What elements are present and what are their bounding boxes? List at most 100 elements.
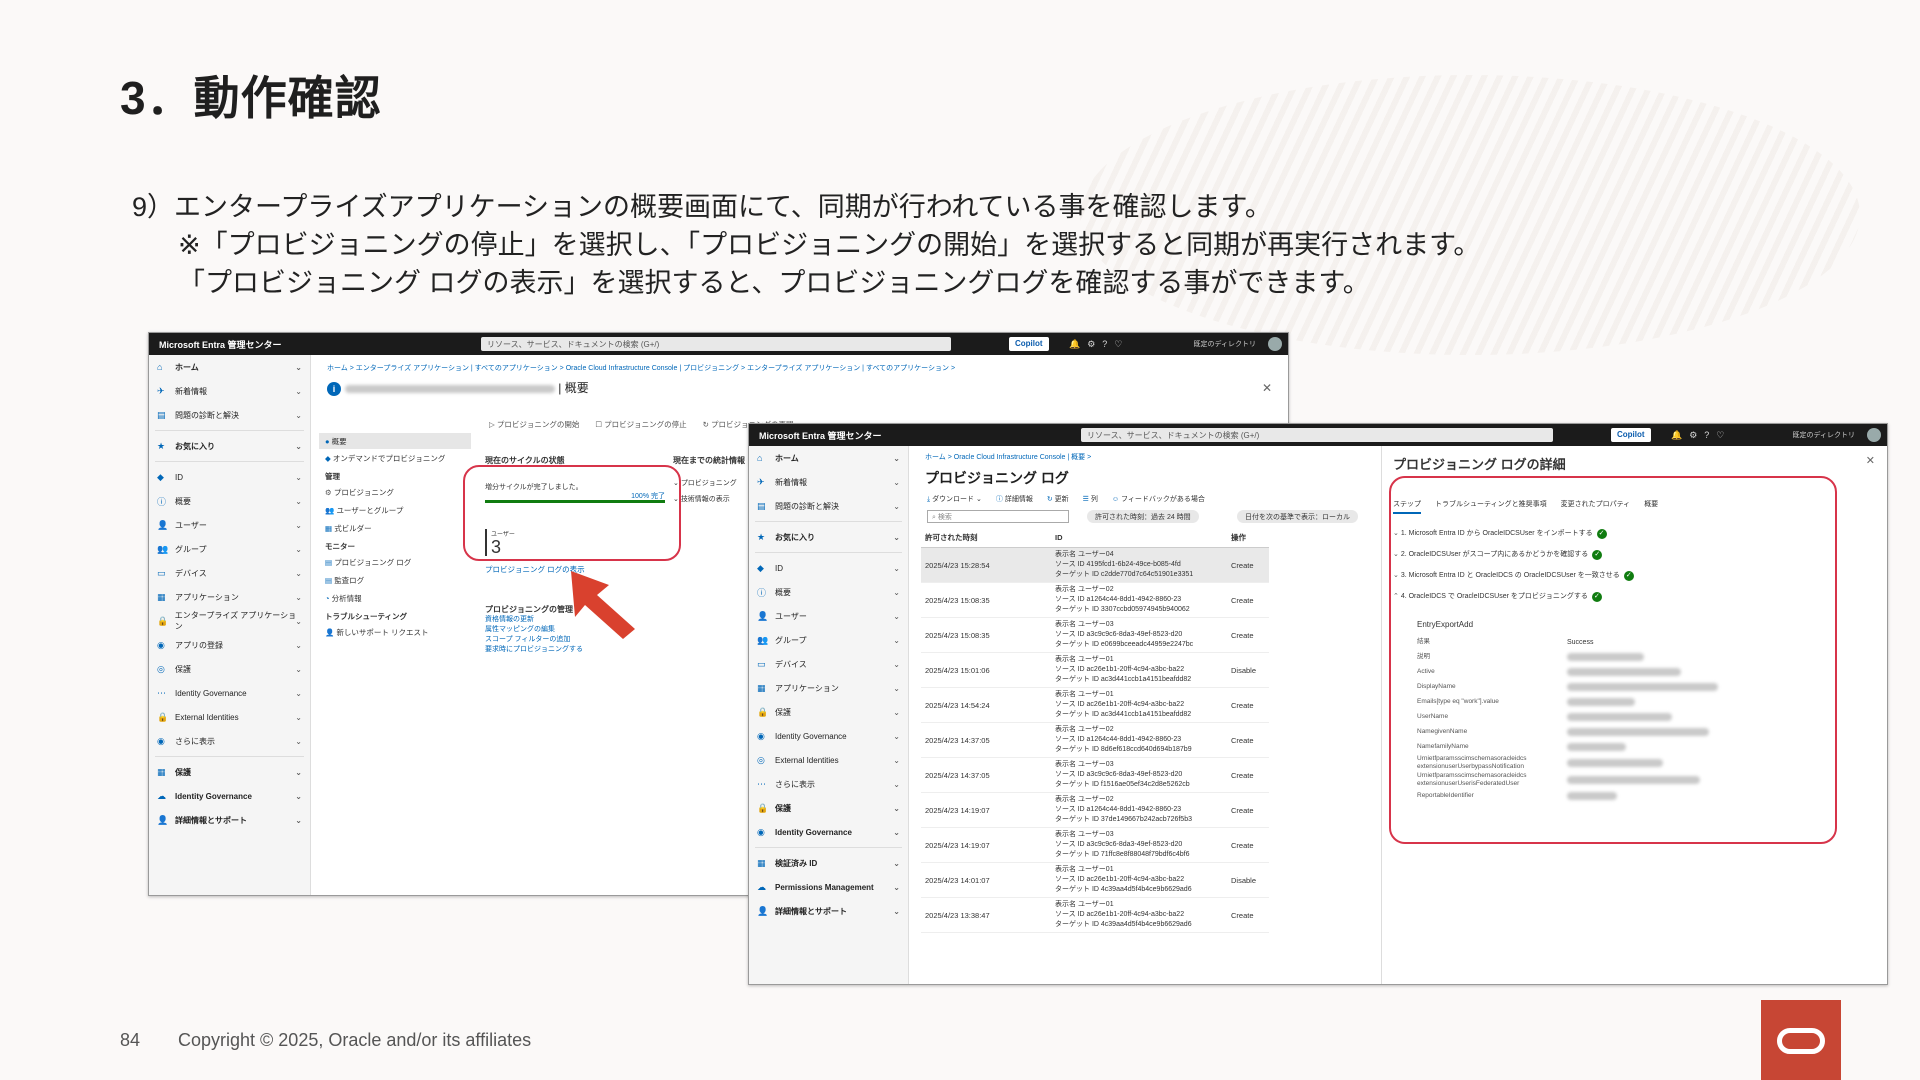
- cell-id: 表示名 ユーザー02 ソース ID a1264c44-8dd1-4942-8860…: [1051, 792, 1227, 828]
- breadcrumb[interactable]: ホーム > Oracle Cloud Infrastructure Consol…: [925, 452, 1091, 462]
- refresh-button[interactable]: ↻ 更新: [1047, 494, 1069, 504]
- nav-item[interactable]: ◉ さらに表示 ⌄: [149, 729, 310, 753]
- cell-id-src: ソース ID a3c9c9c6-8da3-49ef-8523-d20: [1055, 631, 1183, 638]
- table-row[interactable]: 2025/4/23 14:37:05 表示名 ユーザー03 ソース ID a3c9c…: [921, 757, 1269, 793]
- table-row[interactable]: 2025/4/23 15:28:54 表示名 ユーザー04 ソース ID 4195f…: [921, 547, 1269, 583]
- provision-on-demand-link[interactable]: 要求時にプロビジョニングする: [485, 645, 583, 655]
- nav-item[interactable]: 🔒 External Identities ⌄: [149, 705, 310, 729]
- nav-item[interactable]: ▦ 保護 ⌄: [149, 760, 310, 784]
- cell-id-name: 表示名 ユーザー01: [1055, 901, 1114, 908]
- submenu-users-groups[interactable]: 👥 ユーザーとグループ: [319, 501, 471, 519]
- search-input[interactable]: リソース、サービス、ドキュメントの検索 (G+/): [481, 337, 951, 351]
- nav-item[interactable]: ◉ アプリの登録 ⌄: [149, 633, 310, 657]
- chevron-down-icon: ⌄: [295, 568, 302, 578]
- nav-item[interactable]: 👤 ユーザー ⌄: [149, 513, 310, 537]
- nav-item[interactable]: ◎ 保護 ⌄: [149, 657, 310, 681]
- details-button[interactable]: ⓘ 詳細情報: [996, 494, 1033, 504]
- avatar[interactable]: [1268, 337, 1282, 351]
- cell-id-src: ソース ID a3c9c9c6-8da3-49ef-8523-d20: [1055, 771, 1183, 778]
- table-row[interactable]: 2025/4/23 13:38:47 表示名 ユーザー01 ソース ID ac26e…: [921, 897, 1269, 933]
- nav-item[interactable]: ▦ 検証済み ID ⌄: [749, 851, 908, 875]
- nav-item[interactable]: 🔒 保護 ⌄: [749, 796, 908, 820]
- col-time[interactable]: 許可された時刻: [921, 528, 1051, 548]
- nav-item[interactable]: ★ お気に入り ⌄: [749, 525, 908, 549]
- close-icon[interactable]: ✕: [1866, 454, 1875, 467]
- col-id[interactable]: ID: [1051, 528, 1227, 548]
- table-row[interactable]: 2025/4/23 15:08:35 表示名 ユーザー03 ソース ID a3c9c…: [921, 617, 1269, 653]
- chevron-down-icon: ⌄: [893, 827, 900, 837]
- nav-item[interactable]: ◉ Identity Governance ⌄: [749, 724, 908, 748]
- nav-label: External Identities: [775, 755, 839, 765]
- nav-item[interactable]: 👤 ユーザー ⌄: [749, 604, 908, 628]
- submenu-overview[interactable]: ● 概要: [319, 433, 471, 449]
- stop-provisioning-button[interactable]: ☐ プロビジョニングの停止: [595, 419, 686, 430]
- nav-label: Identity Governance: [175, 791, 252, 801]
- nav-item[interactable]: ▦ アプリケーション ⌄: [749, 676, 908, 700]
- cell-time: 2025/4/23 14:37:05: [921, 757, 1051, 793]
- nav-label: アプリケーション: [175, 592, 239, 602]
- nav-item[interactable]: ☁ Identity Governance ⌄: [149, 784, 310, 808]
- nav-item[interactable]: ✈ 新着情報 ⌄: [749, 470, 908, 494]
- col-op[interactable]: 操作: [1227, 528, 1269, 548]
- nav-item[interactable]: ⓘ 概要 ⌄: [749, 580, 908, 604]
- nav-item[interactable]: ⋯ さらに表示 ⌄: [749, 772, 908, 796]
- nav-item[interactable]: ⓘ 概要 ⌄: [149, 489, 310, 513]
- submenu-provisioning[interactable]: ⚙ プロビジョニング: [319, 483, 471, 501]
- submenu-provisioning-logs[interactable]: ▤ プロビジョニング ログ: [319, 553, 471, 571]
- table-row[interactable]: 2025/4/23 14:54:24 表示名 ユーザー01 ソース ID ac26e…: [921, 687, 1269, 723]
- filter-date-pill[interactable]: 日付を次の基準で表示：ローカル: [1237, 510, 1358, 523]
- nav-item[interactable]: 🔒 保護 ⌄: [749, 700, 908, 724]
- nav-item[interactable]: ▦ アプリケーション ⌄: [149, 585, 310, 609]
- submenu-ondemand[interactable]: ◆ オンデマンドでプロビジョニング: [319, 449, 471, 467]
- table-row[interactable]: 2025/4/23 14:19:07 表示名 ユーザー03 ソース ID a3c9c…: [921, 827, 1269, 863]
- submenu-support-request[interactable]: 👤 新しいサポート リクエスト: [319, 623, 471, 641]
- nav-item[interactable]: ◎ External Identities ⌄: [749, 748, 908, 772]
- submenu-expression-builder[interactable]: ▦ 式ビルダー: [319, 519, 471, 537]
- nav-item[interactable]: 👤 詳細情報とサポート ⌄: [149, 808, 310, 832]
- nav-item[interactable]: ★ お気に入り ⌄: [149, 434, 310, 458]
- nav-item[interactable]: ◆ ID ⌄: [149, 465, 310, 489]
- nav-item[interactable]: ▤ 問題の診断と解決 ⌄: [749, 494, 908, 518]
- table-row[interactable]: 2025/4/23 14:01:07 表示名 ユーザー01 ソース ID ac26e…: [921, 862, 1269, 898]
- nav-item[interactable]: ⌂ ホーム ⌄: [749, 446, 908, 470]
- submenu-audit-logs[interactable]: ▤ 監査ログ: [319, 571, 471, 589]
- nav-item[interactable]: ✈ 新着情報 ⌄: [149, 379, 310, 403]
- download-button[interactable]: ⤓ ダウンロード ⌄: [927, 494, 982, 504]
- nav-item[interactable]: ▭ デバイス ⌄: [749, 652, 908, 676]
- copilot-button[interactable]: Copilot: [1611, 428, 1651, 442]
- nav-icon: ☁: [757, 881, 766, 892]
- filter-time-pill[interactable]: 許可された時刻：過去 24 時間: [1087, 510, 1199, 523]
- table-row[interactable]: 2025/4/23 15:01:06 表示名 ユーザー01 ソース ID ac26e…: [921, 652, 1269, 688]
- nav-item[interactable]: 👥 グループ ⌄: [749, 628, 908, 652]
- nav-item[interactable]: ◆ ID ⌄: [749, 556, 908, 580]
- nav-item[interactable]: ☁ Permissions Management ⌄: [749, 875, 908, 899]
- stats-item-technical[interactable]: ⌄ 技術情報の表示: [673, 494, 745, 504]
- close-icon[interactable]: ✕: [1262, 381, 1272, 395]
- stats-item-provisioning[interactable]: ⌄ プロビジョニング: [673, 478, 745, 488]
- nav-item[interactable]: 👥 グループ ⌄: [149, 537, 310, 561]
- avatar[interactable]: [1867, 428, 1881, 442]
- toolbar-icons[interactable]: 🔔⚙?♡: [1671, 430, 1731, 441]
- table-row[interactable]: 2025/4/23 14:37:05 表示名 ユーザー02 ソース ID a1264…: [921, 722, 1269, 758]
- logs-search-input[interactable]: ⌕ 検索: [927, 510, 1069, 523]
- chevron-down-icon: ⌄: [893, 755, 900, 765]
- nav-item[interactable]: 👤 詳細情報とサポート ⌄: [749, 899, 908, 923]
- start-provisioning-button[interactable]: ▷ プロビジョニングの開始: [489, 419, 579, 430]
- nav-item[interactable]: ▭ デバイス ⌄: [149, 561, 310, 585]
- table-row[interactable]: 2025/4/23 15:08:35 表示名 ユーザー02 ソース ID a1264…: [921, 582, 1269, 618]
- search-input[interactable]: リソース、サービス、ドキュメントの検索 (G+/): [1081, 428, 1553, 442]
- feedback-button[interactable]: ☺ フィードバックがある場合: [1112, 494, 1205, 504]
- columns-button[interactable]: ☰ 列: [1083, 494, 1098, 504]
- nav-item[interactable]: ◉ Identity Governance ⌄: [749, 820, 908, 844]
- nav-item[interactable]: ⋯ Identity Governance ⌄: [149, 681, 310, 705]
- page-suffix: | 概要: [558, 381, 589, 395]
- table-row[interactable]: 2025/4/23 14:19:07 表示名 ユーザー02 ソース ID a1264…: [921, 792, 1269, 828]
- nav-item[interactable]: ⌂ ホーム ⌄: [149, 355, 310, 379]
- nav-item[interactable]: ▤ 問題の診断と解決 ⌄: [149, 403, 310, 427]
- breadcrumb[interactable]: ホーム > エンタープライズ アプリケーション | すべてのアプリケーション >…: [327, 363, 1027, 373]
- nav-item[interactable]: 🔒 エンタープライズ アプリケーション ⌄: [149, 609, 310, 633]
- nav-label: 保護: [775, 803, 791, 813]
- submenu-insights[interactable]: ◔ 分析情報: [319, 589, 471, 607]
- toolbar-icons[interactable]: 🔔⚙?♡: [1069, 339, 1129, 350]
- copilot-button[interactable]: Copilot: [1009, 337, 1049, 351]
